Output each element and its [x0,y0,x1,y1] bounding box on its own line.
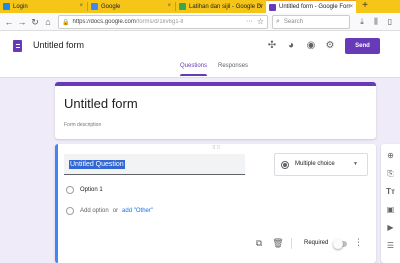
settings-gear-icon[interactable]: ⚙ [323,39,337,53]
question-title-input[interactable]: Untitled Question [64,154,245,175]
lock-icon: 🔒 [62,19,70,26]
radio-circle-icon [66,186,74,194]
drag-handle-icon[interactable]: ⠿⠿ [212,145,221,151]
google-favicon-icon [91,3,98,10]
login-favicon-icon [3,3,10,10]
radio-button-icon [281,161,289,169]
reload-icon[interactable]: ↻ [29,15,41,29]
url-host: https://docs.google.com [72,19,136,25]
question-card: ⠿⠿ Untitled Question Multiple choice ▼ O… [55,144,376,263]
required-label: Required [304,240,329,246]
preview-eye-icon[interactable]: ◉ [304,39,318,53]
chevron-down-icon: ▼ [353,161,358,167]
question-toolbar: ⊕ ⎘ Tт ▣ ▶ ☰ [381,144,400,263]
more-options-icon[interactable]: ⋮ [354,237,363,248]
tab-label: Login [13,3,28,10]
search-icon: ⌕ [276,18,280,25]
address-bar[interactable]: 🔒 https://docs.google.com/forms/d/1kv6g1… [58,15,268,29]
add-option-row: Add option or add "Other" [66,207,153,215]
bookmark-star-icon[interactable]: ☆ [257,17,264,26]
delete-trash-icon[interactable]: 🗑 [272,237,284,249]
form-title[interactable]: Untitled form [64,96,138,111]
add-title-icon[interactable]: Tт [384,185,397,198]
browser-toolbar: ← → ↻ ⌂ 🔒 https://docs.google.com/forms/… [0,13,400,31]
home-icon[interactable]: ⌂ [42,15,54,29]
or-text: or [112,208,119,214]
addons-puzzle-icon[interactable]: ✣ [265,39,279,53]
forms-header: Untitled form ✣ ◕ ◉ ⚙ Send Questions Res… [0,31,400,78]
close-tab-icon[interactable]: × [79,3,83,9]
radio-circle-icon [66,207,74,215]
add-image-icon[interactable]: ▣ [384,203,397,216]
forms-favicon-icon [269,3,276,11]
question-title-text: Untitled Question [69,160,125,169]
drive-favicon-icon [179,3,186,10]
url-text: https://docs.google.com/forms/d/1kv6g1-l… [72,19,183,25]
page-actions-icon[interactable]: ··· [246,18,253,25]
browser-tab-forms[interactable]: Untitled form - Google Forr × [266,0,356,13]
forms-logo-icon[interactable] [13,40,22,52]
library-icon[interactable]: ⫼ [370,15,382,29]
import-questions-icon[interactable]: ⎘ [384,167,397,180]
option-row: Option 1 [66,186,103,194]
sidebar-toggle-icon[interactable]: ▯ [384,15,396,29]
tab-responses[interactable]: Responses [218,63,248,77]
duplicate-icon[interactable]: ⧉ [253,237,265,249]
tab-label: Google [101,3,121,10]
new-tab-button[interactable]: + [359,0,371,13]
close-tab-icon[interactable]: × [349,4,353,10]
required-toggle[interactable] [333,239,347,249]
browser-tab-drive[interactable]: Latihan dan sijil - Google Dr × [176,0,264,13]
document-title[interactable]: Untitled form [33,40,84,50]
question-type-dropdown[interactable]: Multiple choice ▼ [274,153,368,176]
add-option-field[interactable]: Add option [80,208,109,214]
download-icon[interactable]: ⤓ [356,15,368,29]
search-placeholder: Search [283,19,303,25]
palette-icon[interactable]: ◕ [284,39,298,53]
question-type-label: Multiple choice [295,161,335,167]
forward-arrow-icon[interactable]: → [16,15,28,29]
browser-search-input[interactable]: ⌕ Search [272,15,350,29]
browser-tab-login[interactable]: Login × [0,0,86,13]
add-section-icon[interactable]: ☰ [384,239,397,252]
option-label[interactable]: Option 1 [80,187,103,193]
add-question-icon[interactable]: ⊕ [384,149,397,162]
add-video-icon[interactable]: ▶ [384,221,397,234]
tab-questions[interactable]: Questions [180,63,208,77]
add-other-link[interactable]: add "Other" [122,208,153,214]
form-description-field[interactable]: Form description [64,122,101,128]
tab-label: Latihan dan sijil - Google Dr [189,3,264,10]
forms-tabs: Questions Responses [180,63,259,77]
close-tab-icon[interactable]: × [257,3,261,9]
form-title-card: Untitled form Form description [55,82,376,139]
tab-label: Untitled form - Google Forr [279,4,351,10]
close-tab-icon[interactable]: × [167,3,171,9]
browser-tab-google[interactable]: Google × [88,0,174,13]
url-path: /forms/d/1kv6g1-ll [135,19,184,25]
footer-divider [291,238,292,249]
browser-tab-strip: Login × Google × Latihan dan sijil - Goo… [0,0,400,13]
send-button[interactable]: Send [345,38,380,54]
back-arrow-icon[interactable]: ← [3,15,15,29]
